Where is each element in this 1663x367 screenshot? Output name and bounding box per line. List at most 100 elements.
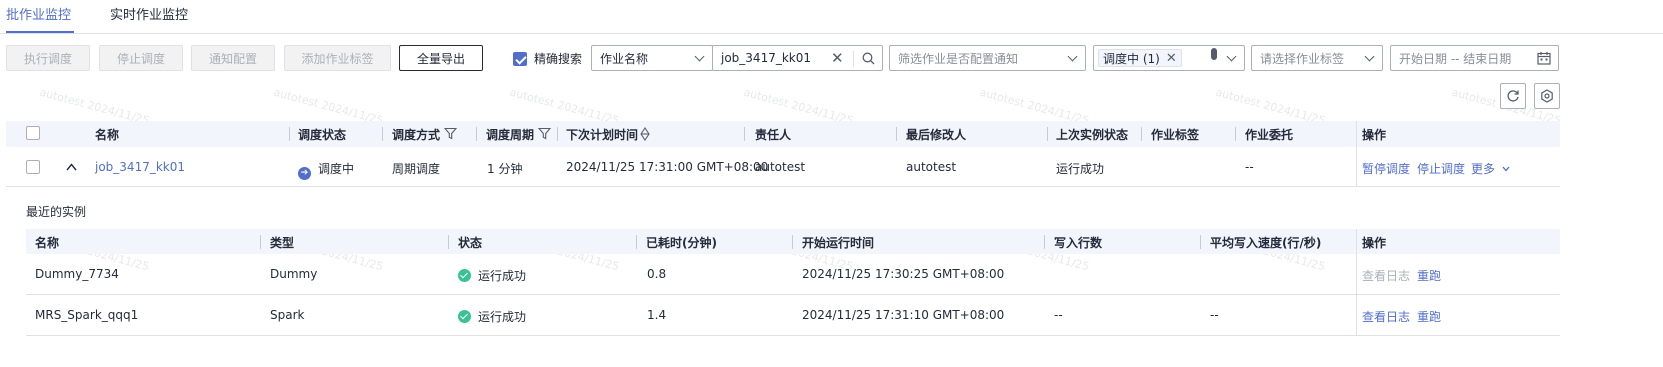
view-log-link-disabled: 查看日志: [1362, 269, 1411, 283]
avg-speed-cell: --: [1210, 308, 1219, 322]
chevron-up-icon[interactable]: [66, 163, 77, 171]
col-separator: [476, 127, 477, 141]
tab-batch-job-monitor[interactable]: 批作业监控: [6, 6, 71, 26]
scroll-handle[interactable]: [1211, 48, 1217, 60]
schedule-status-text: 调度中: [318, 162, 355, 176]
col-separator: [896, 127, 897, 141]
status-filter-tag-label: 调度中 (1): [1103, 51, 1160, 66]
table-row: Dummy_7734 Dummy 运行成功 0.8 2024/11/25 17:…: [26, 254, 1560, 295]
tab-realtime-job-monitor[interactable]: 实时作业监控: [110, 6, 188, 26]
select-all-checkbox[interactable]: [26, 126, 40, 140]
start-time-cell: 2024/11/25 17:31:10 GMT+08:00: [802, 308, 1005, 322]
col-separator: [1141, 127, 1142, 141]
cycle-cell: 1 分钟: [487, 162, 523, 176]
export-all-button[interactable]: 全量导出: [399, 45, 483, 71]
chevron-down-icon: [1502, 166, 1510, 172]
stop-schedule-button[interactable]: 停止调度: [99, 45, 183, 71]
notify-filter-placeholder: 筛选作业是否配置通知: [898, 51, 1019, 66]
col-instance-name: 名称: [35, 236, 60, 250]
col-separator: [792, 235, 793, 249]
gear-icon: [1541, 89, 1553, 103]
col-delegation: 作业委托: [1245, 128, 1294, 142]
schedule-status-filter[interactable]: 调度中 (1) ✕: [1093, 45, 1245, 71]
col-separator: [1047, 127, 1048, 141]
col-separator: [382, 127, 383, 141]
more-actions-link[interactable]: 更多: [1471, 160, 1510, 177]
instance-name-cell: Dummy_7734: [35, 267, 119, 281]
delegation-cell: --: [1245, 160, 1254, 174]
col-separator: [636, 235, 637, 249]
search-icon[interactable]: [862, 52, 875, 65]
start-time-cell: 2024/11/25 17:30:25 GMT+08:00: [802, 267, 1005, 281]
elapsed-cell: 1.4: [647, 308, 667, 322]
col-next-time: 下次计划时间: [566, 128, 639, 142]
col-separator: [289, 127, 290, 141]
col-cycle: 调度周期: [486, 128, 535, 142]
instance-status-text: 运行成功: [478, 269, 527, 283]
pause-schedule-link[interactable]: 暂停调度: [1362, 160, 1410, 177]
search-divider: [853, 51, 854, 67]
row-checkbox[interactable]: [26, 160, 40, 174]
search-input[interactable]: job_3417_kk01 ✕: [712, 45, 883, 71]
notify-filter-select[interactable]: 筛选作业是否配置通知: [889, 45, 1086, 71]
instance-name-cell: MRS_Spark_qqq1: [35, 308, 139, 322]
col-last-instance-status: 上次实例状态: [1056, 128, 1129, 142]
execute-schedule-button[interactable]: 执行调度: [6, 45, 90, 71]
date-range-placeholder: 开始日期 -- 结束日期: [1399, 51, 1512, 66]
schedule-mode-cell: 周期调度: [392, 162, 441, 176]
job-tag-filter-select[interactable]: 请选择作业标签: [1251, 45, 1383, 71]
refresh-button[interactable]: [1500, 83, 1526, 109]
sort-icon[interactable]: [640, 127, 650, 141]
col-separator: [260, 235, 261, 249]
exact-search-checkbox[interactable]: [513, 51, 527, 66]
monitor-tabs: 批作业监控 实时作业监控: [0, 0, 1663, 34]
scheduling-icon: ➔: [298, 167, 311, 180]
col-schedule-status: 调度状态: [298, 128, 347, 142]
col-last-modifier: 最后修改人: [906, 128, 967, 142]
col-separator: [1235, 127, 1236, 141]
instance-status-text: 运行成功: [478, 310, 527, 324]
recent-instances-title: 最近的实例: [26, 205, 87, 219]
chevron-down-icon: [1364, 51, 1375, 62]
instance-status-cell: 运行成功: [458, 267, 526, 284]
last-modifier-cell: autotest: [906, 160, 957, 174]
filter-icon[interactable]: [444, 127, 457, 140]
instance-type-cell: Dummy: [270, 267, 318, 281]
col-rows-written: 写入行数: [1054, 236, 1103, 250]
col-owner: 责任人: [755, 128, 792, 142]
col-separator: [744, 127, 745, 141]
search-field-select[interactable]: 作业名称: [591, 45, 713, 71]
stop-schedule-link[interactable]: 停止调度: [1417, 160, 1465, 177]
job-name-link[interactable]: job_3417_kk01: [95, 160, 185, 174]
rerun-link[interactable]: 重跑: [1417, 308, 1441, 325]
col-separator: [1200, 235, 1201, 249]
notify-config-button[interactable]: 通知配置: [191, 45, 275, 71]
last-instance-status-cell: 运行成功: [1056, 162, 1105, 176]
col-instance-status: 状态: [458, 236, 483, 250]
instances-table-header: 名称 类型 状态 已耗时(分钟) 开始运行时间 写入行数 平均写入速度(行/秒)…: [26, 229, 1560, 254]
filter-icon[interactable]: [538, 127, 551, 140]
chevron-down-icon: [1226, 51, 1237, 62]
table-settings-button[interactable]: [1534, 83, 1560, 109]
more-actions-label: 更多: [1471, 162, 1496, 176]
col-instance-actions: 操作: [1362, 236, 1387, 250]
table-row: job_3417_kk01 ➔ 调度中 周期调度 1 分钟 2024/11/25 …: [6, 147, 1560, 187]
exact-search-label: 精确搜索: [534, 52, 583, 66]
rerun-link[interactable]: 重跑: [1417, 267, 1441, 284]
success-icon: [458, 310, 471, 323]
exact-search-toggle[interactable]: 精确搜索: [513, 50, 582, 67]
chevron-down-icon: [1067, 51, 1078, 62]
col-instance-type: 类型: [270, 236, 295, 250]
clear-icon[interactable]: ✕: [831, 51, 844, 66]
view-log-link[interactable]: 查看日志: [1362, 308, 1410, 325]
elapsed-cell: 0.8: [647, 267, 667, 281]
remove-tag-icon[interactable]: ✕: [1166, 52, 1177, 65]
table-row: MRS_Spark_qqq1 Spark 运行成功 1.4 2024/11/25…: [26, 295, 1560, 336]
search-field-select-value: 作业名称: [600, 51, 649, 66]
add-job-tag-button[interactable]: 添加作业标签: [284, 45, 391, 71]
col-elapsed: 已耗时(分钟): [646, 236, 717, 250]
status-filter-tag: 调度中 (1) ✕: [1098, 49, 1182, 67]
schedule-status-cell: ➔ 调度中: [298, 160, 354, 180]
date-range-picker[interactable]: 开始日期 -- 结束日期: [1390, 45, 1559, 71]
col-actions: 操作: [1362, 128, 1387, 142]
